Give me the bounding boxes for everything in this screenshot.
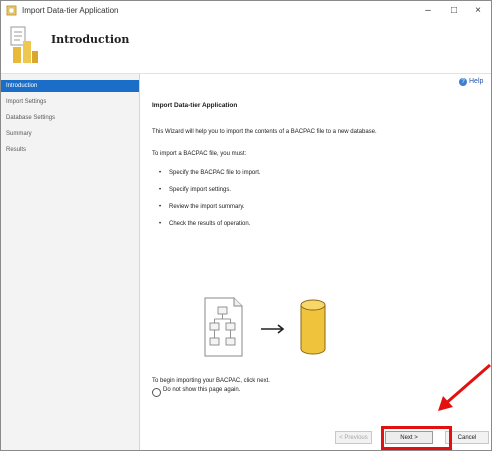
step-item: • Check the results of operation.	[159, 221, 251, 227]
sidebar-item-import-settings[interactable]: Import Settings	[1, 96, 139, 108]
step-item: • Specify the BACPAC file to import.	[159, 170, 261, 176]
title-bar: Import Data-tier Application – □ ×	[1, 1, 491, 21]
step-item: • Specify import settings.	[159, 187, 232, 193]
page-title: Introduction	[51, 33, 130, 46]
dont-show-checkbox[interactable]	[152, 388, 161, 397]
footer-text: To begin importing your BACPAC, click ne…	[152, 378, 270, 384]
wizard-icon	[10, 26, 38, 63]
arrow-right-icon	[261, 324, 285, 334]
previous-button[interactable]: < Previous	[335, 431, 372, 444]
sidebar-item-summary[interactable]: Summary	[1, 128, 139, 140]
wizard-sidebar: Introduction Import Settings Database Se…	[1, 74, 140, 450]
wizard-header: Introduction	[1, 21, 491, 74]
content-heading: Import Data-tier Application	[152, 102, 238, 109]
document-diagram-icon	[204, 297, 243, 357]
window-title: Import Data-tier Application	[22, 6, 119, 15]
sidebar-item-introduction[interactable]: Introduction	[1, 80, 139, 92]
sidebar-item-database-settings[interactable]: Database Settings	[1, 112, 139, 124]
step-item: • Review the import summary.	[159, 204, 245, 210]
wizard-window: Import Data-tier Application – □ × Intro…	[0, 0, 492, 451]
intro-text: This Wizard will help you to import the …	[152, 129, 377, 135]
maximize-button[interactable]: □	[441, 2, 467, 20]
steps-intro-text: To import a BACPAC file, you must:	[152, 151, 247, 157]
minimize-button[interactable]: –	[415, 2, 441, 20]
next-highlight-box	[381, 426, 452, 450]
help-icon[interactable]: ?	[459, 78, 467, 86]
help-link[interactable]: Help	[469, 78, 483, 85]
close-button[interactable]: ×	[465, 2, 491, 20]
sidebar-item-results[interactable]: Results	[1, 144, 139, 156]
app-icon	[6, 5, 17, 16]
database-icon	[300, 299, 326, 355]
annotation-arrow	[438, 363, 491, 411]
import-illustration	[204, 297, 326, 357]
dont-show-checkbox-label[interactable]: Do not show this page again.	[163, 387, 240, 393]
